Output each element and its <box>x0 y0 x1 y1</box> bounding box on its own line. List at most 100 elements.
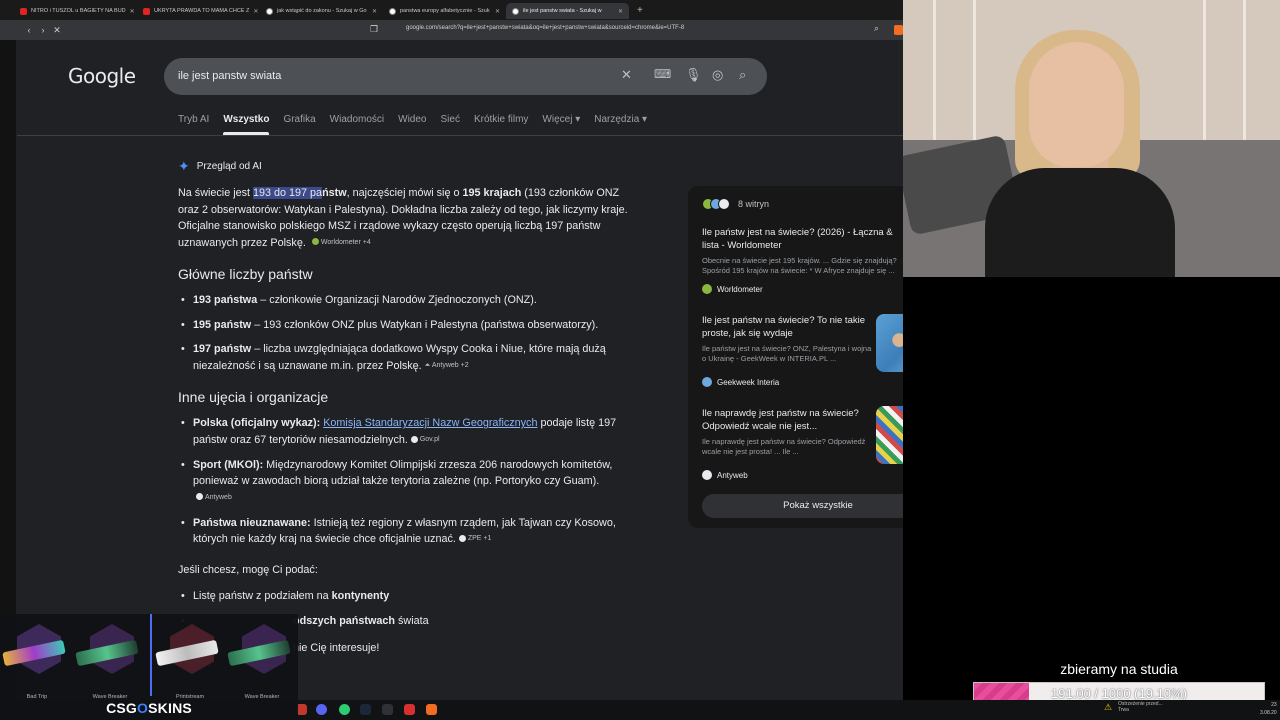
tab-title: panstwa europy alfabetycznie - Szuk <box>400 8 490 14</box>
zpe-icon <box>458 534 466 542</box>
ai-overview-header: ✦ Przegląd od AI <box>178 158 262 175</box>
article-thumbnail[interactable] <box>876 406 903 464</box>
source-chip[interactable]: ZPE +1 <box>458 531 491 548</box>
sources-header[interactable]: 8 witryn <box>702 198 769 210</box>
brave-icon[interactable] <box>894 25 903 35</box>
steam-icon[interactable] <box>360 704 371 715</box>
gov-icon <box>410 435 418 443</box>
warning-icon[interactable]: ⚠ <box>1104 702 1112 713</box>
chevron-down-icon: ▾ <box>575 114 581 125</box>
tab-title: NITRO i TUSZOL u BAGIETY NA BUD <box>31 8 126 14</box>
close-icon[interactable]: ✕ <box>249 8 258 15</box>
source-chip[interactable]: Antyweb <box>196 490 232 507</box>
tab-web[interactable]: Sieć <box>441 114 460 134</box>
skin-item: Printstream <box>155 624 224 700</box>
source-site[interactable]: Antyweb <box>702 470 748 480</box>
tab-short-videos[interactable]: Krótkie filmy <box>474 114 528 134</box>
browser-window: NITRO i TUSZOL u BAGIETY NA BUD ✕ UKRYTA … <box>0 0 903 720</box>
show-all-button[interactable]: Pokaż wszystkie <box>702 494 903 518</box>
source-site[interactable]: Geekweek Interia <box>702 377 779 387</box>
app-icon[interactable] <box>404 704 415 715</box>
app-icon[interactable] <box>382 704 393 715</box>
close-icon[interactable]: ✕ <box>614 8 623 15</box>
csgoskins-logo: CSGOSKINS <box>0 700 298 716</box>
brave-icon[interactable] <box>426 704 437 715</box>
taskbar-clock[interactable]: 23 3.08.20 <box>1260 701 1277 717</box>
ksng-link[interactable]: Komisja Standaryzacji Nazw Geograficznyc… <box>323 417 537 429</box>
browser-tab[interactable]: UKRYTA PRAWDA TO MAMA CHCE Z ✕ <box>137 3 260 19</box>
source-chip[interactable]: ⏶ Antyweb +2 <box>425 358 469 375</box>
chip-label: Gov.pl <box>419 435 440 443</box>
tab-news[interactable]: Wiadomości <box>330 114 384 134</box>
source-snippet: Ile naprawdę jest państw na świecie? Odp… <box>702 437 866 456</box>
source-title[interactable]: Ile naprawdę jest państw na świecie? Odp… <box>702 407 872 433</box>
clock-time: 23 <box>1271 702 1277 708</box>
list-item: Polska (oficjalny wykaz): Komisja Standa… <box>178 415 638 448</box>
tab-tools-label: Narzędzia <box>594 114 640 125</box>
zoom-icon[interactable]: ⌕ <box>874 23 879 34</box>
browser-tab[interactable]: jak wstąpić do zakonu - Szukaj w Go ✕ <box>260 3 383 19</box>
discord-icon[interactable] <box>316 704 327 715</box>
search-icon[interactable]: ⌕ <box>739 67 746 83</box>
item-bold: Sport (MKOl): <box>193 458 264 471</box>
source-title[interactable]: Ile jest państw na świecie? To nie takie… <box>702 314 872 340</box>
sparkle-icon: ✦ <box>178 158 190 174</box>
stop-loading-icon[interactable]: ✕ <box>50 25 64 36</box>
source-card[interactable]: Ile naprawdę jest państw na świecie? Odp… <box>702 406 903 480</box>
browser-tab[interactable]: NITRO i TUSZOL u BAGIETY NA BUD ✕ <box>14 3 137 19</box>
back-arrow-icon[interactable]: ‹ <box>22 25 36 35</box>
sources-panel: 8 witryn Ile państw jest na świecie? (20… <box>688 186 903 528</box>
tab-ai-mode[interactable]: Tryb AI <box>178 114 209 134</box>
tab-tools[interactable]: Narzędzia ▾ <box>594 114 647 134</box>
app-icon[interactable] <box>339 704 350 715</box>
tab-more[interactable]: Więcej ▾ <box>542 114 580 134</box>
antyweb-icon <box>718 198 730 210</box>
item-bold: odszych państwach <box>293 615 395 628</box>
item-text: – członkowie Organizacji Narodów Zjednoc… <box>257 294 537 307</box>
item-bold: 193 państwa <box>193 294 258 307</box>
url-field[interactable]: google.com/search?q=ile+jest+panstw+swia… <box>406 25 684 31</box>
source-snippet: Ile państw jest na świecie? ONZ, Palesty… <box>702 344 872 363</box>
intro-bold: 195 krajach <box>462 187 522 199</box>
taskbar-notification[interactable]: Ostrzeżenie przed... Trwa <box>1118 701 1163 713</box>
close-icon[interactable]: ✕ <box>491 8 500 15</box>
clear-icon[interactable]: ✕ <box>621 67 632 83</box>
clock-date: 3.08.20 <box>1260 710 1277 716</box>
google-logo[interactable]: Google <box>68 64 136 88</box>
search-box[interactable]: ile jest panstw swiata ✕ ⌨ 🎙 ◎ ⌕ <box>164 58 767 95</box>
forward-arrow-icon[interactable]: › <box>36 25 50 35</box>
youtube-icon <box>143 7 150 15</box>
keyboard-icon[interactable]: ⌨ <box>654 67 671 81</box>
article-thumbnail[interactable] <box>876 314 903 372</box>
browser-tab-active[interactable]: ile jest panstw swiata - Szukaj w ✕ <box>506 3 629 19</box>
search-input[interactable]: ile jest panstw swiata <box>178 70 281 82</box>
source-site[interactable]: Worldometer <box>702 284 763 294</box>
source-title[interactable]: Ile państw jest na świecie? (2026) - Łąc… <box>702 226 902 252</box>
address-bar-row: ‹ › ✕ ❐ google.com/search?q=ile+jest+pan… <box>0 20 903 40</box>
source-chip[interactable]: Worldometer +4 <box>311 235 371 252</box>
antyweb-icon: ⏶ <box>424 361 431 369</box>
close-icon[interactable]: ✕ <box>126 8 135 15</box>
worldometer-icon <box>702 284 712 294</box>
csgoskins-overlay: Bad Trip Wave Breaker Printstream Wave B… <box>0 614 298 720</box>
source-chip[interactable]: Gov.pl <box>410 432 440 449</box>
microphone-icon[interactable]: 🎙 <box>685 67 702 83</box>
youtube-icon <box>20 7 27 15</box>
list-item: Listę państw z podziałem na kontynenty <box>178 588 638 605</box>
source-card[interactable]: Ile państw jest na świecie? (2026) - Łąc… <box>702 226 903 294</box>
camera-lens-icon[interactable]: ◎ <box>712 67 723 83</box>
item-text: nie Cię interesuje! <box>293 641 380 654</box>
webcam-feed <box>903 0 1280 277</box>
bookmark-icon[interactable]: ❐ <box>370 24 378 35</box>
geekweek-icon <box>702 377 712 387</box>
ai-overview-title: Przegląd od AI <box>196 161 262 172</box>
source-card[interactable]: Ile jest państw na świecie? To nie takie… <box>702 314 903 387</box>
tab-images[interactable]: Grafika <box>283 114 315 134</box>
new-tab-button[interactable]: + <box>637 5 643 16</box>
close-icon[interactable]: ✕ <box>368 8 377 15</box>
tab-videos[interactable]: Wideo <box>398 114 426 134</box>
browser-tab[interactable]: panstwa europy alfabetycznie - Szuk ✕ <box>383 3 506 19</box>
tab-all[interactable]: Wszystko <box>223 114 270 135</box>
item-bold: 197 państw <box>193 343 252 356</box>
intro-text: , najczęściej mówi się o <box>346 187 463 199</box>
